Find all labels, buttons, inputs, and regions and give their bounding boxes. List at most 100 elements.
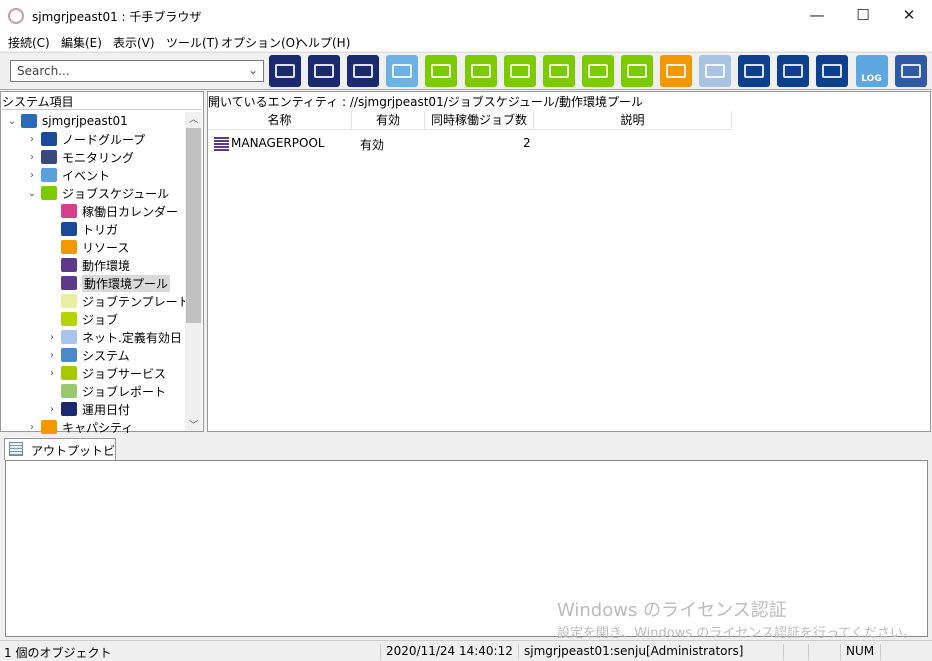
collapse-icon[interactable]: ⌄ [26, 188, 38, 199]
tree-item[interactable]: › ネット.定義有効日 [46, 328, 182, 346]
expand-icon[interactable]: › [46, 350, 58, 361]
tree-item-label: 動作環境 [82, 258, 131, 273]
tree-item-label: ノードグループ [62, 132, 146, 147]
column-name[interactable]: 名称 [208, 111, 352, 130]
status-pane-empty [808, 644, 840, 660]
tree-item-label: キャパシティ [62, 420, 134, 435]
tree-item[interactable]: ジョブ [46, 310, 118, 328]
chart-orange-icon[interactable] [660, 55, 692, 87]
tree-item-label: 運用日付 [82, 402, 131, 417]
tree-item[interactable]: › ノードグループ [26, 130, 145, 148]
menu-tools[interactable]: ツール(T) [166, 34, 219, 51]
tree-node-icon [41, 150, 57, 164]
tree-item-label: ジョブレポート [82, 384, 167, 399]
tree-header: システム項目 [2, 93, 202, 110]
tree-item[interactable]: › システム [46, 346, 130, 364]
gantt-icon[interactable] [620, 55, 653, 87]
search-input[interactable]: Search... ⌄ [10, 60, 264, 82]
expand-icon[interactable]: › [46, 404, 58, 415]
status-objects: 1 個のオブジェクト [4, 646, 112, 660]
maximize-button[interactable]: ☐ [840, 0, 886, 32]
tree-node-icon [41, 186, 57, 200]
collapse-icon[interactable]: ⌄ [6, 116, 18, 127]
tree-item[interactable]: 動作環境 [46, 256, 130, 274]
tree-node-icon [61, 384, 77, 398]
tree-node-icon [41, 132, 57, 146]
job-monitor-icon[interactable] [503, 55, 536, 87]
tree-node-icon [61, 258, 77, 272]
cell-jobs: 2 [523, 136, 531, 150]
expand-icon[interactable]: › [26, 134, 38, 145]
status-num: NUM [840, 644, 880, 660]
tree-node-icon [61, 222, 77, 236]
job-check-icon[interactable] [464, 55, 497, 87]
scroll-down-icon[interactable]: ﹀ [185, 418, 202, 431]
column-enabled[interactable]: 有効 [352, 111, 425, 130]
tree-node-icon [61, 240, 77, 254]
node-group-view-icon[interactable] [269, 55, 301, 87]
tree-item[interactable]: › ジョブサービス [46, 364, 166, 382]
radar-icon[interactable] [894, 55, 927, 87]
chevron-down-icon[interactable]: ⌄ [248, 63, 258, 77]
message-view-icon[interactable] [386, 55, 419, 87]
cell-name: MANAGERPOOL [231, 136, 325, 150]
tree-item[interactable]: › イベント [26, 166, 110, 184]
expand-icon[interactable]: › [26, 422, 38, 433]
tree-item[interactable]: ジョブレポート [46, 382, 166, 400]
menu-bar: 接続(C) 編集(E) 表示(V) ツール(T) オプション(O) ヘルプ(H) [0, 32, 932, 51]
status-bar: 1 個のオブジェクト 2020/11/24 14:40:12 sjmgrjpea… [0, 640, 932, 660]
tree-item-label: システム [82, 348, 130, 363]
expand-icon[interactable]: › [46, 332, 58, 343]
monitor-stack-view-icon[interactable] [347, 55, 380, 87]
activation-watermark-title: Windows のライセンス認証 [557, 600, 787, 621]
menu-options[interactable]: オプション(O) [221, 34, 300, 51]
tree-node-icon [61, 276, 77, 290]
tree-item-label: sjmgrjpeast01 [42, 114, 128, 128]
tree-item[interactable]: トリガ [46, 220, 118, 238]
capacity-icon[interactable] [699, 55, 732, 87]
column-concurrent-jobs[interactable]: 同時稼働ジョブ数 [425, 111, 534, 130]
monitor-view-icon[interactable] [308, 55, 341, 87]
minimize-button[interactable]: — [794, 0, 840, 32]
tab-output-view[interactable]: アウトプットビュー [4, 438, 116, 475]
menu-connect[interactable]: 接続(C) [8, 34, 50, 51]
column-description[interactable]: 説明 [534, 111, 732, 130]
tree-item[interactable]: リソース [46, 238, 129, 256]
tree-node-icon [41, 420, 57, 434]
output-area[interactable] [5, 460, 928, 637]
tree-item[interactable]: › 運用日付 [46, 400, 130, 418]
tree-item[interactable]: 稼働日カレンダー [46, 202, 178, 220]
job-settings-icon[interactable] [425, 55, 458, 87]
tree-item[interactable]: › キャパシティ [26, 418, 133, 436]
menu-help[interactable]: ヘルプ(H) [296, 34, 350, 51]
tree-item-label: ネット.定義有効日 [82, 330, 182, 345]
expand-icon[interactable]: › [46, 368, 58, 379]
tree-item[interactable]: › モニタリング [26, 148, 134, 166]
tree-item-label: ジョブテンプレート [82, 294, 190, 309]
tree-node-icon [61, 348, 77, 362]
tree-item[interactable]: ⌄ ジョブスケジュール [26, 184, 169, 202]
expand-icon[interactable]: › [26, 170, 38, 181]
job-report-chart-icon[interactable] [581, 55, 614, 87]
entity-path: 開いているエンティティ : //sjmgrjpeast01/ジョブスケジュール/… [208, 95, 643, 109]
export-settings-icon[interactable] [738, 55, 771, 87]
tree-item[interactable]: ジョブテンプレート [46, 292, 190, 310]
tree-item[interactable]: ⌄ sjmgrjpeast01 [6, 112, 128, 130]
screen-check-icon[interactable] [542, 55, 575, 87]
tree-node-icon [21, 114, 37, 128]
scroll-up-icon[interactable]: ︿ [185, 112, 202, 125]
export-monitor-icon[interactable] [816, 55, 849, 87]
menu-edit[interactable]: 編集(E) [61, 34, 102, 51]
menu-view[interactable]: 表示(V) [113, 34, 155, 51]
expand-icon[interactable]: › [26, 152, 38, 163]
close-button[interactable]: ✕ [886, 0, 932, 32]
tree-item-label: 稼働日カレンダー [82, 204, 179, 219]
tree-item[interactable]: 動作環境プール [46, 274, 171, 292]
status-pane-empty [880, 644, 910, 660]
tree-node-icon [61, 204, 77, 218]
export-check-icon[interactable] [777, 55, 810, 87]
log-icon[interactable]: LOG [855, 55, 888, 87]
scrollbar-thumb[interactable] [186, 128, 201, 323]
tree-node-icon [61, 366, 77, 380]
tree-node-icon [41, 168, 57, 182]
